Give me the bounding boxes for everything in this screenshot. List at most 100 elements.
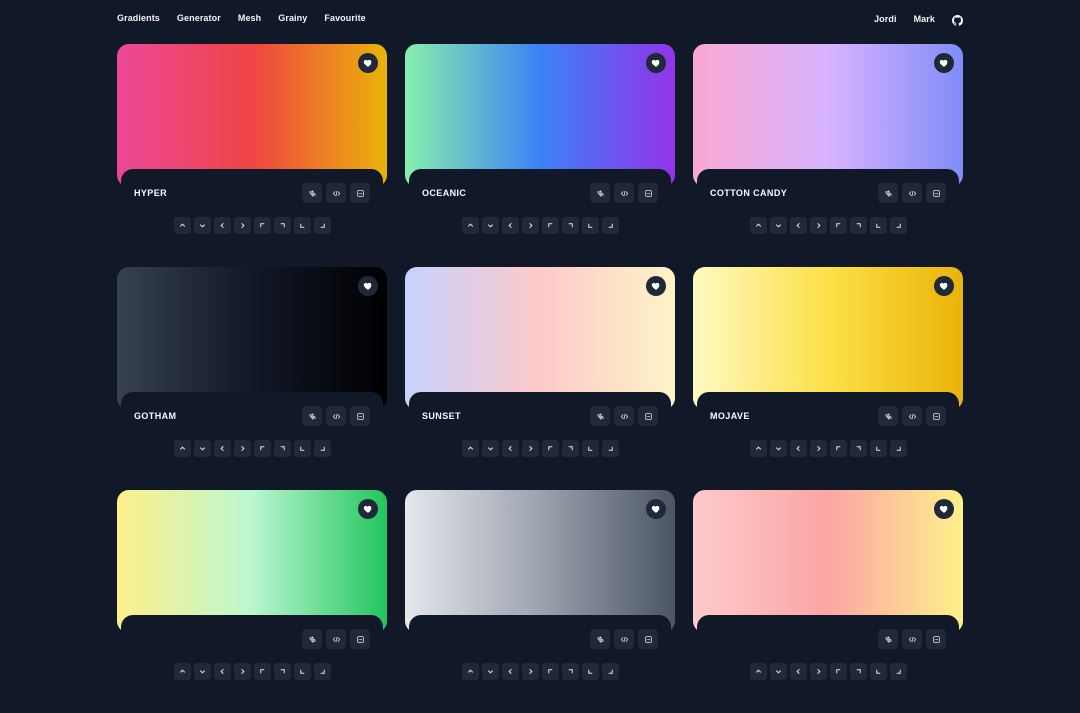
code-button[interactable] — [326, 629, 346, 649]
shuffle-button[interactable] — [878, 183, 898, 203]
gradient-swatch[interactable] — [117, 267, 387, 410]
corner-top-right-button[interactable] — [273, 440, 291, 457]
arrow-up-button[interactable] — [749, 663, 767, 680]
arrow-down-button[interactable] — [481, 217, 499, 234]
save-button[interactable] — [926, 183, 946, 203]
corner-bottom-right-button[interactable] — [313, 217, 331, 234]
arrow-down-button[interactable] — [481, 663, 499, 680]
code-button[interactable] — [614, 629, 634, 649]
corner-top-left-button[interactable] — [829, 440, 847, 457]
gradient-swatch[interactable] — [693, 490, 963, 633]
nav-grainy[interactable]: Grainy — [278, 13, 307, 23]
nav-generator[interactable]: Generator — [177, 13, 221, 23]
corner-top-left-button[interactable] — [541, 217, 559, 234]
arrow-right-button[interactable] — [809, 440, 827, 457]
corner-top-right-button[interactable] — [849, 663, 867, 680]
arrow-left-button[interactable] — [789, 663, 807, 680]
arrow-down-button[interactable] — [193, 217, 211, 234]
corner-top-right-button[interactable] — [561, 440, 579, 457]
gradient-swatch[interactable] — [405, 490, 675, 633]
code-button[interactable] — [614, 406, 634, 426]
corner-top-left-button[interactable] — [253, 663, 271, 680]
save-button[interactable] — [350, 406, 370, 426]
corner-top-right-button[interactable] — [273, 217, 291, 234]
corner-bottom-left-button[interactable] — [581, 663, 599, 680]
corner-bottom-left-button[interactable] — [293, 663, 311, 680]
corner-top-left-button[interactable] — [829, 663, 847, 680]
corner-bottom-right-button[interactable] — [889, 663, 907, 680]
gradient-swatch[interactable] — [693, 267, 963, 410]
corner-bottom-right-button[interactable] — [889, 217, 907, 234]
shuffle-button[interactable] — [590, 406, 610, 426]
arrow-left-button[interactable] — [501, 440, 519, 457]
arrow-left-button[interactable] — [213, 440, 231, 457]
arrow-down-button[interactable] — [481, 440, 499, 457]
arrow-up-button[interactable] — [749, 217, 767, 234]
corner-top-right-button[interactable] — [561, 663, 579, 680]
github-icon[interactable] — [952, 13, 963, 26]
arrow-down-button[interactable] — [193, 440, 211, 457]
corner-bottom-left-button[interactable] — [293, 217, 311, 234]
favourite-button[interactable] — [646, 499, 666, 519]
shuffle-button[interactable] — [590, 629, 610, 649]
corner-bottom-left-button[interactable] — [581, 440, 599, 457]
shuffle-button[interactable] — [590, 183, 610, 203]
arrow-up-button[interactable] — [173, 217, 191, 234]
code-button[interactable] — [326, 406, 346, 426]
corner-bottom-right-button[interactable] — [313, 663, 331, 680]
arrow-up-button[interactable] — [749, 440, 767, 457]
arrow-right-button[interactable] — [233, 440, 251, 457]
code-button[interactable] — [326, 183, 346, 203]
gradient-swatch[interactable] — [117, 44, 387, 187]
arrow-left-button[interactable] — [501, 217, 519, 234]
corner-bottom-left-button[interactable] — [293, 440, 311, 457]
corner-bottom-left-button[interactable] — [869, 440, 887, 457]
corner-bottom-left-button[interactable] — [869, 217, 887, 234]
arrow-left-button[interactable] — [501, 663, 519, 680]
corner-top-left-button[interactable] — [541, 440, 559, 457]
corner-top-left-button[interactable] — [829, 217, 847, 234]
arrow-up-button[interactable] — [173, 663, 191, 680]
arrow-right-button[interactable] — [233, 217, 251, 234]
favourite-button[interactable] — [646, 276, 666, 296]
corner-bottom-left-button[interactable] — [581, 217, 599, 234]
arrow-left-button[interactable] — [789, 440, 807, 457]
favourite-button[interactable] — [358, 276, 378, 296]
save-button[interactable] — [926, 629, 946, 649]
shuffle-button[interactable] — [302, 183, 322, 203]
gradient-swatch[interactable] — [693, 44, 963, 187]
nav-favourite[interactable]: Favourite — [324, 13, 365, 23]
nav-gradients[interactable]: Gradients — [117, 13, 160, 23]
corner-top-left-button[interactable] — [253, 440, 271, 457]
arrow-down-button[interactable] — [769, 217, 787, 234]
favourite-button[interactable] — [934, 53, 954, 73]
save-button[interactable] — [638, 406, 658, 426]
arrow-right-button[interactable] — [521, 217, 539, 234]
arrow-up-button[interactable] — [173, 440, 191, 457]
arrow-down-button[interactable] — [193, 663, 211, 680]
corner-bottom-left-button[interactable] — [869, 663, 887, 680]
save-button[interactable] — [350, 629, 370, 649]
save-button[interactable] — [926, 406, 946, 426]
arrow-right-button[interactable] — [809, 217, 827, 234]
corner-top-right-button[interactable] — [849, 217, 867, 234]
save-button[interactable] — [638, 629, 658, 649]
corner-bottom-right-button[interactable] — [601, 217, 619, 234]
corner-bottom-right-button[interactable] — [601, 440, 619, 457]
shuffle-button[interactable] — [302, 629, 322, 649]
favourite-button[interactable] — [646, 53, 666, 73]
save-button[interactable] — [638, 183, 658, 203]
favourite-button[interactable] — [358, 499, 378, 519]
corner-top-right-button[interactable] — [561, 217, 579, 234]
arrow-up-button[interactable] — [461, 663, 479, 680]
arrow-right-button[interactable] — [809, 663, 827, 680]
arrow-left-button[interactable] — [789, 217, 807, 234]
arrow-left-button[interactable] — [213, 663, 231, 680]
gradient-swatch[interactable] — [405, 267, 675, 410]
save-button[interactable] — [350, 183, 370, 203]
corner-top-right-button[interactable] — [273, 663, 291, 680]
favourite-button[interactable] — [358, 53, 378, 73]
code-button[interactable] — [902, 629, 922, 649]
nav-mark[interactable]: Mark — [914, 14, 935, 24]
arrow-right-button[interactable] — [521, 663, 539, 680]
